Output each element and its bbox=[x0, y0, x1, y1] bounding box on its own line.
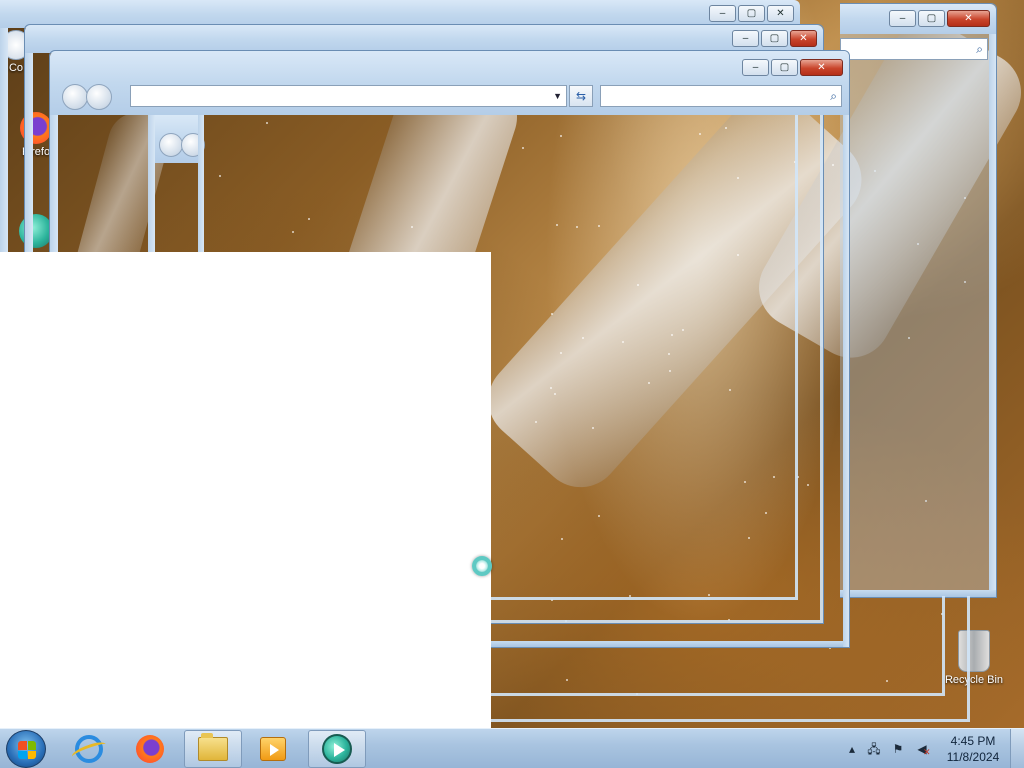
maximize-button[interactable]: ▢ bbox=[738, 5, 765, 22]
search-icon: ⌕ bbox=[976, 42, 983, 56]
minimize-button[interactable]: – bbox=[889, 10, 916, 27]
address-bar[interactable]: ▼ bbox=[130, 85, 567, 107]
blank-white-panel bbox=[0, 252, 491, 728]
window-frame-right bbox=[843, 115, 849, 647]
window-titlebar[interactable]: – ▢ ✕ ▼ ⇆ ⌕ bbox=[50, 51, 849, 115]
caption-buttons: – ▢ ✕ bbox=[732, 30, 817, 47]
inner-window-frame bbox=[148, 115, 155, 255]
clock-date: 11/8/2024 bbox=[946, 750, 1000, 764]
window-frame-left bbox=[0, 28, 8, 252]
search-box[interactable]: ⌕ bbox=[600, 85, 842, 107]
caption-buttons: – ▢ ✕ bbox=[742, 59, 843, 76]
system-tray: ▴ 🖧 ⚑ ◀ ✕ bbox=[840, 729, 940, 768]
volume-muted-icon[interactable]: ◀ ✕ bbox=[914, 741, 930, 757]
start-button[interactable] bbox=[6, 730, 46, 768]
back-button[interactable] bbox=[62, 84, 88, 110]
navigation-bar: ▼ ⇆ ⌕ bbox=[58, 83, 842, 110]
caption-buttons: – ▢ ✕ bbox=[889, 10, 990, 27]
minimize-button[interactable]: – bbox=[732, 30, 759, 47]
taskbar-file-explorer[interactable] bbox=[184, 730, 242, 768]
close-button[interactable]: ✕ bbox=[790, 30, 817, 47]
refresh-button[interactable]: ⇆ bbox=[569, 85, 593, 107]
taskbar-app[interactable] bbox=[308, 730, 366, 768]
window-content-outline bbox=[490, 115, 798, 600]
window-frame-right bbox=[989, 34, 996, 597]
window-frame-bottom bbox=[490, 641, 849, 647]
close-button[interactable]: ✕ bbox=[800, 59, 843, 76]
taskbar-media-player[interactable] bbox=[244, 730, 302, 768]
busy-cursor-icon bbox=[472, 556, 492, 576]
system-clock[interactable]: 4:45 PM 11/8/2024 bbox=[938, 733, 1008, 765]
search-box[interactable]: ⌕ bbox=[840, 38, 988, 60]
network-icon[interactable]: 🖧 bbox=[866, 741, 882, 757]
close-button[interactable]: ✕ bbox=[947, 10, 990, 27]
show-desktop-button[interactable] bbox=[1010, 729, 1024, 768]
explorer-window-back[interactable]: – ▢ ✕ ⌕ bbox=[840, 3, 997, 598]
firefox-icon bbox=[136, 735, 164, 763]
close-button[interactable]: ✕ bbox=[767, 5, 794, 22]
window-titlebar[interactable]: – ▢ ✕ bbox=[25, 25, 823, 53]
refresh-icon: ⇆ bbox=[575, 89, 587, 103]
minimize-button[interactable]: – bbox=[709, 5, 736, 22]
inner-back-button bbox=[159, 133, 183, 157]
clock-time: 4:45 PM bbox=[950, 734, 996, 748]
taskbar-firefox[interactable] bbox=[121, 730, 179, 768]
inner-window-titlebar bbox=[155, 115, 205, 163]
inner-window-frame bbox=[198, 115, 204, 255]
caption-buttons: – ▢ ✕ bbox=[709, 5, 794, 22]
taskbar-internet-explorer[interactable] bbox=[60, 730, 118, 768]
show-hidden-icons-button[interactable]: ▴ bbox=[844, 741, 860, 757]
maximize-button[interactable]: ▢ bbox=[918, 10, 945, 27]
windows-start-orb-icon bbox=[18, 741, 36, 759]
chevron-down-icon[interactable]: ▼ bbox=[553, 91, 562, 101]
media-player-icon bbox=[260, 737, 286, 761]
action-center-flag-icon[interactable]: ⚑ bbox=[890, 741, 906, 757]
minimize-button[interactable]: – bbox=[742, 59, 769, 76]
maximize-button[interactable]: ▢ bbox=[761, 30, 788, 47]
forward-button[interactable] bbox=[86, 84, 112, 110]
window-frame-left bbox=[50, 115, 58, 255]
app-icon bbox=[322, 734, 352, 764]
taskbar: ▴ 🖧 ⚑ ◀ ✕ 4:45 PM 11/8/2024 bbox=[0, 728, 1024, 768]
window-titlebar[interactable]: – ▢ ✕ bbox=[840, 4, 996, 34]
folder-icon bbox=[198, 733, 228, 761]
maximize-button[interactable]: ▢ bbox=[771, 59, 798, 76]
search-icon: ⌕ bbox=[830, 89, 837, 103]
internet-explorer-icon bbox=[75, 735, 103, 763]
